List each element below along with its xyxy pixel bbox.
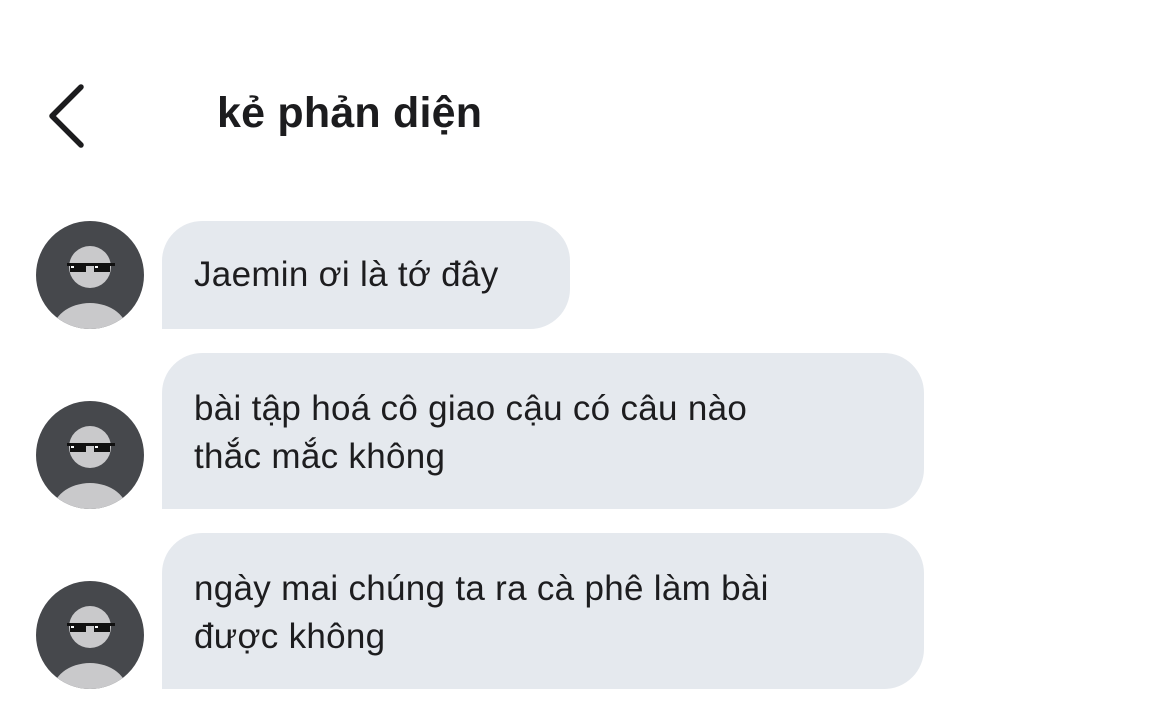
message-text: Jaemin ơi là tớ đây (194, 255, 499, 294)
message-bubble[interactable]: ngày mai chúng ta ra cà phê làm bài được… (162, 533, 924, 689)
chevron-left-icon (49, 84, 84, 148)
avatar[interactable] (36, 221, 144, 329)
avatar[interactable] (36, 581, 144, 689)
avatar-sunglasses-icon (36, 221, 144, 329)
message-bubble[interactable]: Jaemin ơi là tớ đây (162, 221, 570, 329)
avatar[interactable] (36, 401, 144, 509)
message-row: bài tập hoá cô giao cậu có câu nào thắc … (0, 353, 1169, 509)
chat-header: kẻ phản diện (0, 70, 1169, 160)
avatar-sunglasses-icon (36, 401, 144, 509)
message-text: ngày mai chúng ta ra cà phê làm bài được… (194, 569, 769, 656)
back-button[interactable] (30, 70, 110, 160)
message-text: bài tập hoá cô giao cậu có câu nào thắc … (194, 389, 748, 476)
message-row: Jaemin ơi là tớ đây (0, 221, 1169, 329)
avatar-sunglasses-icon (36, 581, 144, 689)
chat-title: kẻ phản diện (217, 89, 483, 137)
message-row: ngày mai chúng ta ra cà phê làm bài được… (0, 533, 1169, 689)
message-bubble[interactable]: bài tập hoá cô giao cậu có câu nào thắc … (162, 353, 924, 509)
